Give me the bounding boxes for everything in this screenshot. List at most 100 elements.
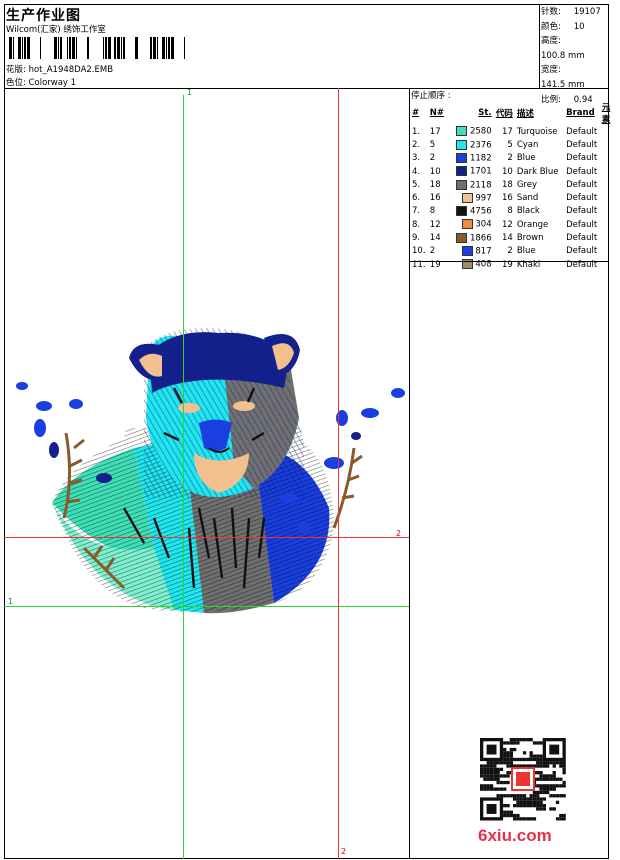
row-index: 9.	[412, 233, 421, 244]
barcode	[9, 37, 185, 59]
row-code: 10	[502, 166, 513, 177]
color-swatch	[461, 219, 473, 230]
col-stitches: St.	[478, 108, 492, 118]
row-code: 8	[507, 206, 513, 217]
row-description: Orange	[516, 219, 549, 230]
row-element	[600, 205, 620, 218]
row-element	[600, 165, 620, 178]
row-index: 5.	[412, 179, 421, 190]
row-index: 2.	[412, 139, 421, 150]
table-row: 9. 14 1866 14 Brown Default	[410, 231, 620, 244]
stats-divider	[539, 4, 540, 88]
col-needle: N#	[429, 108, 445, 118]
guide-h2-label: 2	[396, 529, 402, 538]
row-brand: Default	[566, 139, 598, 150]
colorway-name: 色位: Colorway 1	[6, 78, 77, 88]
table-row: 10. 2 817 2 Blue Default	[410, 245, 620, 258]
watermark-logo: 6xiu.com	[478, 826, 552, 845]
tiger-embroidery	[16, 328, 405, 614]
color-sequence-table: # N# St. 代码 描述 Brand 元素 1. 17 2580 17 Turqu…	[410, 101, 620, 271]
design-preview	[4, 88, 409, 859]
color-swatch	[461, 192, 473, 203]
col-code: 代码	[495, 109, 513, 119]
color-swatch	[461, 246, 473, 257]
guide-horizontal-1	[4, 606, 409, 607]
color-swatch	[456, 206, 468, 217]
row-description: Blue	[516, 246, 536, 257]
row-stitches: 997	[454, 191, 494, 204]
stats-panel: 针数: 19107 颜色: 10 高度: 100.8 mm 宽度: 141.5 …	[541, 5, 607, 107]
row-brand: Default	[566, 259, 598, 270]
row-description: Dark Blue	[516, 166, 559, 177]
table-header-row: # N# St. 代码 描述 Brand 元素	[410, 101, 620, 125]
row-code: 17	[502, 126, 513, 137]
row-code: 16	[502, 193, 513, 204]
row-needle: 18	[429, 179, 441, 190]
table-row: 3. 2 1182 2 Blue Default	[410, 152, 620, 165]
col-index: #	[412, 108, 420, 118]
row-code: 14	[502, 233, 513, 244]
design-filename: 花版: hot_A1948DA2.EMB	[6, 65, 114, 75]
table-row: 4. 10 1701 10 Dark Blue Default	[410, 165, 620, 178]
row-element	[600, 152, 620, 165]
table-row: 2. 5 2376 5 Cyan Default	[410, 138, 620, 151]
table-row: 11. 19 408 19 Khaki Default	[410, 258, 620, 271]
color-swatch	[456, 152, 468, 163]
row-index: 10.	[412, 246, 426, 257]
studio-name: Wilcom(汇家) 绣饰工作室	[6, 25, 106, 35]
row-code: 19	[502, 259, 513, 270]
row-brand: Default	[566, 179, 598, 190]
row-index: 8.	[412, 219, 421, 230]
row-brand: Default	[566, 166, 598, 177]
table-bottom-line	[409, 261, 609, 262]
color-swatch	[456, 126, 468, 137]
row-element	[600, 191, 620, 204]
table-row: 1. 17 2580 17 Turquoise Default	[410, 125, 620, 138]
row-needle: 16	[429, 193, 441, 204]
row-needle: 5	[429, 139, 436, 150]
table-row: 5. 18 2118 18 Grey Default	[410, 178, 620, 191]
guide-horizontal-2	[4, 537, 409, 538]
row-needle: 2	[429, 153, 436, 164]
table-row: 6. 16 997 16 Sand Default	[410, 191, 620, 204]
row-description: Brown	[516, 233, 544, 244]
row-description: Grey	[516, 179, 537, 190]
color-swatch	[456, 179, 468, 190]
row-code: 5	[507, 139, 513, 150]
row-stitches: 4756	[454, 205, 494, 218]
row-index: 7.	[412, 206, 421, 217]
stop-sequence-label: 停止顺序 :	[411, 91, 451, 101]
row-description: Turquoise	[516, 126, 558, 137]
row-element	[600, 125, 620, 138]
row-description: Cyan	[516, 139, 539, 150]
stat-stitches: 针数: 19107	[541, 7, 601, 17]
col-brand: Brand	[566, 108, 595, 118]
row-needle: 17	[429, 126, 441, 137]
row-brand: Default	[566, 219, 598, 230]
row-description: Blue	[516, 153, 536, 164]
row-brand: Default	[566, 126, 598, 137]
guide-v2-label: 2	[341, 847, 347, 856]
row-description: Khaki	[516, 259, 541, 270]
row-brand: Default	[566, 246, 598, 257]
row-stitches: 817	[454, 245, 494, 258]
qr-code	[480, 738, 566, 821]
row-code: 12	[502, 219, 513, 230]
row-element	[600, 218, 620, 231]
row-stitches: 304	[454, 218, 494, 231]
row-index: 3.	[412, 153, 421, 164]
guide-vertical-2	[338, 88, 339, 859]
row-stitches: 2118	[454, 178, 494, 191]
stat-height: 高度: 100.8 mm	[541, 36, 585, 61]
row-stitches: 1182	[454, 152, 494, 165]
row-index: 1.	[412, 126, 421, 137]
row-stitches: 1866	[454, 231, 494, 244]
row-index: 11.	[412, 259, 426, 270]
row-stitches: 2580	[454, 125, 494, 138]
row-element	[600, 178, 620, 191]
stat-width: 宽度: 141.5 mm	[541, 65, 585, 90]
row-index: 4.	[412, 166, 421, 177]
row-description: Black	[516, 206, 540, 217]
row-index: 6.	[412, 193, 421, 204]
col-description: 描述	[516, 109, 534, 119]
